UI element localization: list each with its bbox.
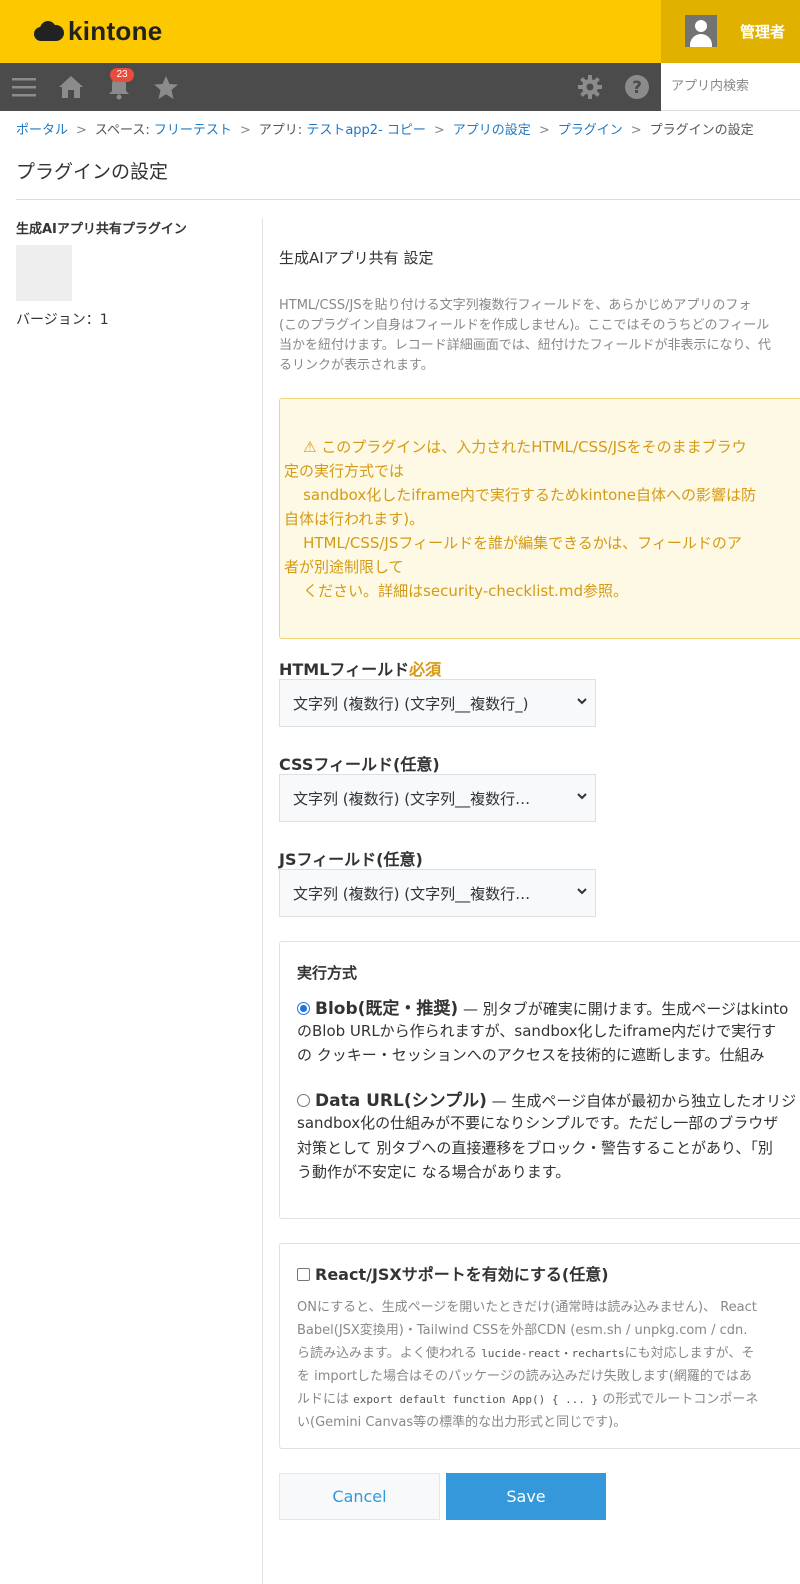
- dataurl-desc-line: う動作が不安定に なる場合があります。: [297, 1163, 571, 1181]
- chevron-down-icon: [577, 888, 587, 895]
- warning-line: sandbox化したiframe内で実行するためkintone自体への影響は防: [284, 486, 757, 504]
- dataurl-radio[interactable]: [297, 1094, 310, 1107]
- breadcrumb-separator: >: [630, 123, 642, 138]
- user-name[interactable]: 管理者: [740, 21, 785, 42]
- react-desc-line: Babel(JSX変換用)・Tailwind CSSを外部CDN (esm.sh…: [297, 1323, 748, 1338]
- description-line: HTML/CSS/JSを貼り付ける文字列複数行フィールドを、あらかじめアプリのフ…: [279, 298, 752, 313]
- react-desc-code: lucide-react・recharts: [481, 1347, 625, 1360]
- blob-desc-line: — 別タブが確実に開けます。生成ページはkinto: [458, 1000, 789, 1018]
- breadcrumb-app[interactable]: テストapp2- コピー: [306, 123, 426, 138]
- exec-mode-panel: 実行方式 Blob(既定・推奨) — 別タブが確実に開けます。生成ページはkin…: [279, 941, 800, 1219]
- logo-text: kintone: [68, 16, 163, 46]
- react-desc-code: export default function App() { ... }: [353, 1393, 599, 1406]
- logo-cloud-icon: [34, 19, 66, 45]
- breadcrumb-separator: >: [538, 123, 550, 138]
- react-label[interactable]: React/JSXサポートを有効にする(任意): [315, 1265, 609, 1284]
- react-desc-line: ルドには export default function App() { ...…: [297, 1388, 758, 1407]
- user-menu[interactable]: 管理者: [661, 0, 800, 63]
- breadcrumb-separator: >: [239, 123, 251, 138]
- settings-title: 生成AIアプリ共有 設定: [279, 249, 434, 267]
- html-field-select[interactable]: 文字列 (複数行) (文字列__複数行_): [279, 679, 596, 727]
- gear-icon[interactable]: [577, 63, 603, 111]
- breadcrumb-separator: >: [76, 123, 87, 138]
- page-title: プラグインの設定: [16, 161, 169, 183]
- blob-label[interactable]: Blob(既定・推奨): [315, 999, 458, 1019]
- menu-icon[interactable]: [10, 63, 38, 111]
- dataurl-option[interactable]: Data URL(シンプル) — 生成ページ自体が最初から独立したオリジ: [297, 1086, 796, 1111]
- home-icon[interactable]: [58, 63, 84, 111]
- breadcrumb-app-prefix: アプリ:: [258, 123, 307, 138]
- app-search-box[interactable]: [661, 63, 800, 111]
- chevron-down-icon: [577, 793, 587, 800]
- css-field-select-value: 文字列 (複数行) (文字列__複数行…: [293, 789, 531, 808]
- breadcrumb-separator: >: [433, 123, 445, 138]
- html-field-label: HTMLフィールド必須: [279, 656, 441, 680]
- breadcrumb-space-prefix: スペース:: [94, 123, 154, 138]
- react-option[interactable]: React/JSXサポートを有効にする(任意): [297, 1261, 609, 1285]
- warning-line: HTML/CSS/JSフィールドを誰が編集できるかは、フィールドのア: [284, 534, 742, 552]
- chevron-down-icon: [577, 698, 587, 705]
- warning-line: 定の実行方式では: [284, 462, 405, 480]
- plugin-name: 生成AIアプリ共有プラグイン: [16, 222, 187, 237]
- react-desc-line: ONにすると、生成ページを開いたときだけ(通常時は読み込みません)、 React: [297, 1300, 757, 1315]
- help-icon[interactable]: ?: [624, 63, 650, 111]
- js-field-select[interactable]: 文字列 (複数行) (文字列__複数行…: [279, 869, 596, 917]
- react-desc-line: を importした場合はそのパッケージの読み込みだけ失敗します(網羅的ではあ: [297, 1369, 752, 1384]
- html-field-label-text: HTMLフィールド: [279, 660, 410, 679]
- js-field-select-value: 文字列 (複数行) (文字列__複数行…: [293, 884, 531, 903]
- css-field-select[interactable]: 文字列 (複数行) (文字列__複数行…: [279, 774, 596, 822]
- html-field-select-value: 文字列 (複数行) (文字列__複数行_): [293, 694, 529, 713]
- exec-mode-title: 実行方式: [297, 964, 358, 982]
- plugin-icon: [16, 245, 72, 301]
- dataurl-desc-line: 対策として 別タブへの直接遷移をブロック・警告することがあり、「別: [297, 1139, 773, 1157]
- description-line: (このプラグイン自身はフィールドを作成しません)。ここではそのうちどのフィール: [279, 318, 770, 333]
- css-field-label: CSSフィールド(任意): [279, 755, 440, 774]
- breadcrumb: ポータル > スペース: フリーテスト > アプリ: テストapp2- コピー > アプリの…: [16, 119, 754, 138]
- react-panel: React/JSXサポートを有効にする(任意) ONにすると、生成ページを開いた…: [279, 1243, 800, 1449]
- react-desc-text: にも対応しますが、そ: [624, 1346, 755, 1361]
- warning-line: 自体は行われます)。: [284, 510, 425, 528]
- react-desc-text: ルドには: [297, 1392, 354, 1407]
- react-desc-text: の形式でルートコンポーネ: [598, 1392, 759, 1407]
- global-nav: 23 ?: [0, 63, 661, 111]
- avatar[interactable]: [685, 15, 717, 47]
- notification-badge: 23: [110, 68, 134, 82]
- warning-line: 者が別途制限して: [284, 558, 404, 576]
- column-divider: [262, 218, 263, 1584]
- breadcrumb-current: プラグインの設定: [649, 123, 754, 138]
- settings-description: HTML/CSS/JSを貼り付ける文字列複数行フィールドを、あらかじめアプリのフ…: [279, 296, 800, 376]
- breadcrumb-plugins[interactable]: プラグイン: [558, 123, 623, 138]
- react-checkbox[interactable]: [297, 1268, 310, 1281]
- breadcrumb-portal[interactable]: ポータル: [16, 123, 68, 138]
- breadcrumb-space[interactable]: フリーテスト: [154, 123, 232, 138]
- description-line: 当かを紐付けます。レコード詳細画面では、紐付けたフィールドが非表示になり、代: [279, 338, 771, 353]
- blob-desc-line: のBlob URLから作られますが、sandbox化したiframe内だけで実行…: [297, 1022, 777, 1040]
- react-desc-text: ら読み込みます。よく使われる: [297, 1346, 482, 1361]
- blob-radio[interactable]: [297, 1002, 310, 1015]
- blob-option[interactable]: Blob(既定・推奨) — 別タブが確実に開けます。生成ページはkinto: [297, 994, 788, 1019]
- plugin-version: バージョン：1: [16, 312, 109, 328]
- star-icon[interactable]: [153, 63, 179, 111]
- security-warning-box: ⚠ このプラグインは、入力されたHTML/CSS/JSをそのままブラウ 定の実行…: [279, 398, 800, 639]
- react-desc-line: ら読み込みます。よく使われる lucide-react・rechartsにも対応…: [297, 1342, 754, 1361]
- warning-line: ⚠ このプラグインは、入力されたHTML/CSS/JSをそのままブラウ: [284, 438, 747, 456]
- required-badge: 必須: [409, 660, 442, 679]
- save-button[interactable]: Save: [446, 1473, 606, 1520]
- dataurl-label[interactable]: Data URL(シンプル): [315, 1091, 487, 1111]
- app-search-input[interactable]: [661, 63, 800, 110]
- js-field-label: JSフィールド(任意): [279, 850, 423, 869]
- svg-text:?: ?: [632, 78, 642, 98]
- warning-line: ください。詳細はsecurity-checklist.md参照。: [284, 582, 628, 600]
- top-header: kintone 管理者: [0, 0, 800, 63]
- blob-desc-line: の クッキー・セッションへのアクセスを技術的に遮断します。仕組み: [297, 1046, 765, 1064]
- breadcrumb-app-settings[interactable]: アプリの設定: [453, 123, 531, 138]
- description-line: るリンクが表示されます。: [279, 358, 434, 373]
- react-desc-line: い(Gemini Canvas等の標準的な出力形式と同じです)。: [297, 1415, 627, 1430]
- divider: [16, 199, 800, 200]
- dataurl-desc-line: — 生成ページ自体が最初から独立したオリジ: [486, 1092, 797, 1110]
- cancel-button[interactable]: Cancel: [279, 1473, 440, 1520]
- dataurl-desc-line: sandbox化の仕組みが不要になりシンプルです。ただし一部のブラウザ: [297, 1114, 779, 1132]
- kintone-logo[interactable]: kintone: [34, 16, 163, 47]
